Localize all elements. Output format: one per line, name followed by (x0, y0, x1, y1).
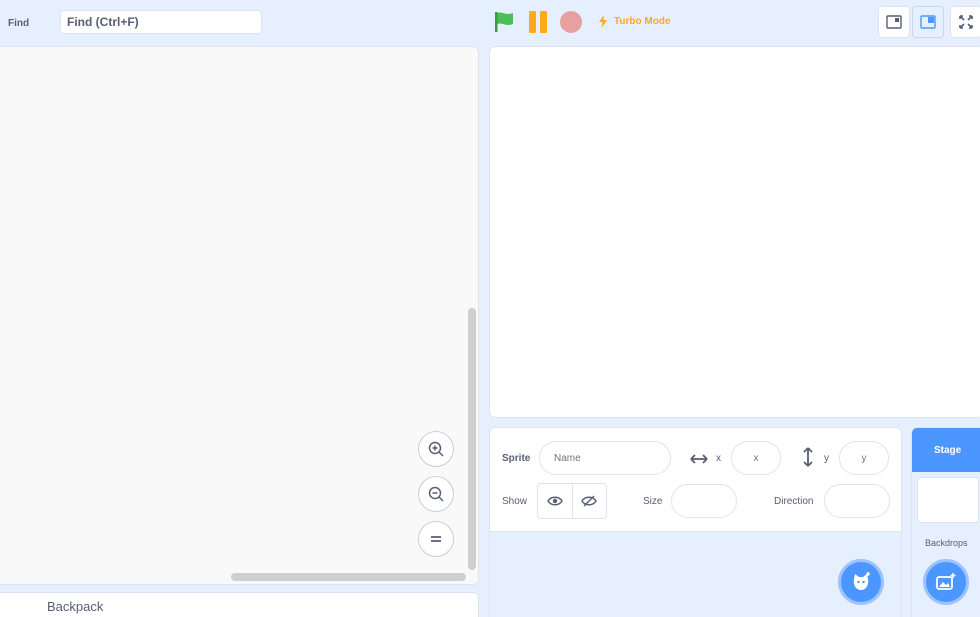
sprite-pane: Sprite x y Show Size Direction (489, 427, 902, 617)
horizontal-scrollbar[interactable] (231, 573, 466, 581)
normal-stage-button[interactable] (912, 6, 944, 38)
x-input[interactable] (731, 441, 781, 475)
sprite-name-input[interactable] (539, 441, 671, 475)
zoom-in-icon (428, 441, 444, 457)
stage-target-header[interactable]: Stage (912, 428, 980, 472)
backpack-header[interactable]: Backpack (0, 592, 479, 617)
stage-thumbnail[interactable] (917, 477, 979, 523)
show-toggle-group (537, 483, 607, 519)
fullscreen-icon (959, 15, 973, 29)
vertical-scrollbar[interactable] (468, 308, 476, 570)
y-label: y (824, 453, 829, 464)
backdrop-image-icon (936, 573, 956, 590)
normal-stage-icon (920, 15, 936, 29)
size-label: Size (643, 496, 663, 507)
eye-icon (546, 496, 563, 506)
sprite-info-panel: Sprite x y Show Size Direction (490, 428, 901, 532)
direction-input[interactable] (824, 484, 890, 518)
lightning-icon (599, 15, 607, 28)
find-label: Find (8, 18, 30, 29)
zoom-reset-button[interactable] (418, 521, 454, 557)
find-input[interactable] (60, 10, 262, 34)
stop-icon[interactable] (560, 11, 582, 33)
add-sprite-button[interactable] (838, 559, 884, 605)
pause-icon[interactable] (527, 11, 549, 33)
stage-title: Stage (934, 444, 962, 456)
equals-icon (431, 536, 441, 542)
show-hidden-button[interactable] (573, 484, 607, 518)
horizontal-arrows-icon (690, 454, 708, 464)
code-workspace[interactable] (0, 46, 479, 585)
fullscreen-button[interactable] (950, 6, 980, 38)
turbo-mode-label: Turbo Mode (614, 16, 671, 27)
zoom-out-button[interactable] (418, 476, 454, 512)
eye-slash-icon (581, 495, 598, 507)
y-input[interactable] (839, 441, 889, 475)
show-visible-button[interactable] (538, 484, 573, 518)
small-stage-icon (886, 15, 902, 29)
green-flag-icon[interactable] (493, 11, 515, 33)
sprite-cat-icon (853, 572, 870, 590)
zoom-in-button[interactable] (418, 431, 454, 467)
stage-target-pane: Stage Backdrops (911, 427, 980, 617)
x-label: x (716, 453, 721, 464)
small-stage-button[interactable] (878, 6, 910, 38)
backdrops-label: Backdrops (925, 538, 968, 548)
turbo-mode-indicator[interactable]: Turbo Mode (598, 15, 670, 28)
vertical-arrows-icon (803, 447, 813, 467)
size-input[interactable] (671, 484, 737, 518)
show-label: Show (502, 496, 528, 507)
direction-label: Direction (774, 496, 814, 507)
add-backdrop-button[interactable] (923, 559, 969, 605)
backpack-label: Backpack (47, 599, 104, 614)
zoom-out-icon (428, 486, 444, 502)
stage-canvas[interactable] (489, 46, 980, 418)
sprite-label: Sprite (502, 453, 531, 464)
